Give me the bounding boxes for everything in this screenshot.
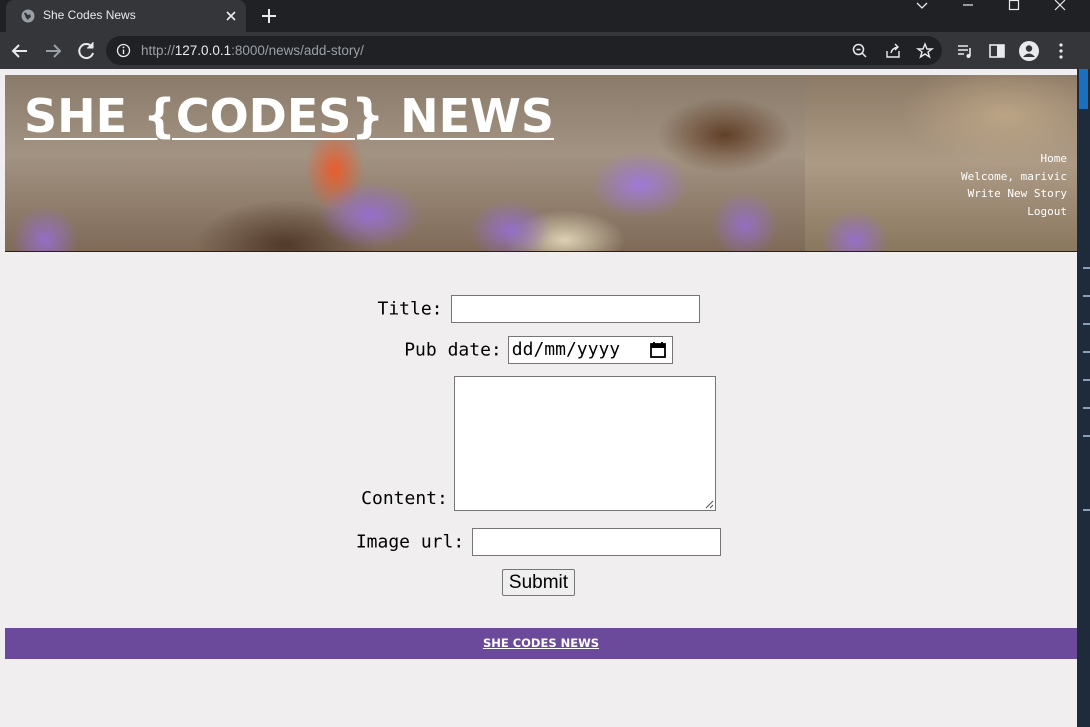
title-field-row: Title: (0, 295, 1077, 323)
address-bar[interactable]: http://127.0.0.1:8000/news/add-story/ (106, 36, 942, 65)
nav-welcome-user[interactable]: Welcome, marivic (961, 168, 1067, 186)
nav-home-link[interactable]: Home (961, 150, 1068, 168)
reload-icon[interactable] (74, 39, 98, 63)
window-close-icon[interactable] (1037, 0, 1083, 32)
submit-button[interactable]: Submit (501, 569, 576, 596)
background-window-accent (1079, 69, 1088, 109)
background-window-mark (1083, 379, 1090, 381)
site-header: SHE {CODES} NEWS Home Welcome, marivic W… (5, 75, 1077, 252)
maximize-icon[interactable] (991, 0, 1037, 32)
globe-favicon-icon (21, 9, 35, 23)
title-label: Title: (377, 298, 443, 320)
nav-logout-link[interactable]: Logout (961, 203, 1067, 221)
footer-site-link[interactable]: SHE CODES NEWS (483, 636, 599, 650)
profile-icon[interactable] (1018, 40, 1040, 62)
media-queue-icon[interactable] (954, 40, 976, 62)
background-window-mark (1083, 435, 1090, 437)
site-title-link[interactable]: SHE {CODES} NEWS (24, 89, 554, 143)
chevron-down-icon[interactable] (899, 0, 945, 32)
background-window-mark (1083, 509, 1090, 511)
share-icon[interactable] (883, 41, 903, 61)
pub-date-field-row: Pub date: dd/mm/yyyy (0, 336, 1077, 364)
content-field-row: Content: (0, 376, 1077, 516)
back-arrow-icon[interactable] (8, 39, 32, 63)
pub-date-input[interactable]: dd/mm/yyyy (507, 336, 673, 364)
tab-active[interactable]: She Codes News (6, 0, 246, 32)
kebab-menu-icon[interactable] (1050, 40, 1072, 62)
submit-row: Submit (0, 569, 1077, 596)
pub-date-label: Pub date: (404, 339, 502, 361)
info-icon[interactable] (116, 43, 131, 58)
content-label: Content: (361, 488, 448, 509)
page-viewport: SHE {CODES} NEWS Home Welcome, marivic W… (0, 69, 1077, 727)
title-input[interactable] (450, 295, 700, 323)
image-url-field-row: Image url: (0, 528, 1077, 556)
background-window-edge (1077, 69, 1090, 727)
plus-icon[interactable] (258, 5, 280, 27)
background-window-mark (1083, 407, 1090, 409)
zoom-icon[interactable] (850, 41, 870, 61)
tab-strip: She Codes News (0, 0, 1090, 32)
nav-write-new-story-link[interactable]: Write New Story (961, 185, 1067, 203)
background-window-mark (1083, 295, 1090, 297)
tab-title: She Codes News (43, 8, 136, 22)
background-window-mark (1083, 323, 1090, 325)
header-nav: Home Welcome, marivic Write New Story Lo… (961, 150, 1067, 220)
url-text: http://127.0.0.1:8000/news/add-story/ (141, 43, 364, 58)
image-url-input[interactable] (472, 528, 722, 556)
pub-date-placeholder: dd/mm/yyyy (511, 339, 621, 360)
resize-grip-icon[interactable] (705, 500, 714, 509)
image-url-label: Image url: (355, 531, 465, 553)
close-icon[interactable] (222, 7, 240, 25)
content-textarea[interactable] (453, 376, 716, 511)
browser-toolbar: http://127.0.0.1:8000/news/add-story/ (0, 32, 1090, 69)
calendar-icon[interactable] (649, 341, 667, 359)
forward-arrow-icon[interactable] (41, 39, 65, 63)
site-footer: SHE CODES NEWS (5, 628, 1077, 659)
minimize-icon[interactable] (945, 0, 991, 32)
side-panel-icon[interactable] (986, 40, 1008, 62)
background-window-mark (1083, 267, 1090, 269)
background-window-mark (1083, 351, 1090, 353)
star-icon[interactable] (915, 41, 935, 61)
